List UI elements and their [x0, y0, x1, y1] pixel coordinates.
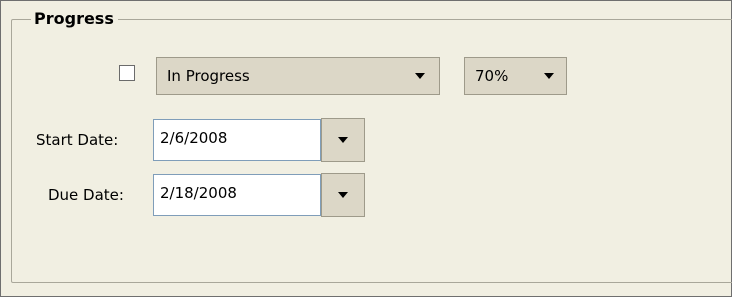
start-date-label: Start Date: — [36, 131, 119, 149]
chevron-down-icon — [415, 73, 425, 79]
chevron-down-icon — [544, 73, 554, 79]
percent-complete-dropdown[interactable]: 70% — [464, 57, 567, 95]
progress-group-title: Progress — [31, 9, 118, 29]
percent-value: 70% — [475, 67, 509, 85]
due-date-input[interactable]: 2/18/2008 — [153, 174, 321, 216]
due-date-picker-button[interactable] — [321, 173, 365, 217]
progress-panel: Progress In Progress 70% Start Date: 2/6… — [0, 0, 732, 297]
status-value: In Progress — [167, 67, 250, 85]
chevron-down-icon — [338, 137, 348, 143]
chevron-down-icon — [338, 192, 348, 198]
start-date-input[interactable]: 2/6/2008 — [153, 119, 321, 161]
status-dropdown[interactable]: In Progress — [156, 57, 440, 95]
start-date-picker-button[interactable] — [321, 118, 365, 162]
due-date-label: Due Date: — [48, 186, 124, 204]
completed-checkbox[interactable] — [119, 65, 135, 81]
